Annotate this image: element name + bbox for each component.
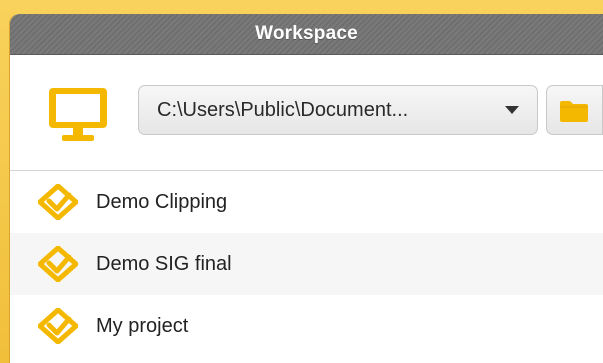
browse-folder-button[interactable]: [546, 85, 603, 135]
window-frame: Workspace C:\Users\Public\Document... De…: [0, 0, 603, 363]
list-item[interactable]: Demo Clipping: [10, 171, 603, 233]
workspace-toolbar: C:\Users\Public\Document...: [10, 55, 603, 171]
window-title: Workspace: [255, 23, 358, 44]
project-label: Demo SIG final: [96, 253, 232, 275]
workspace-window: Workspace C:\Users\Public\Document... De…: [10, 14, 603, 363]
workspace-path-value: C:\Users\Public\Document...: [157, 99, 409, 121]
monitor-icon: [46, 85, 110, 145]
list-item[interactable]: Demo SIG final: [10, 233, 603, 295]
project-label: My project: [96, 315, 189, 337]
project-label: Demo Clipping: [96, 191, 228, 213]
workspace-path-dropdown[interactable]: C:\Users\Public\Document...: [138, 85, 538, 135]
project-icon: [37, 245, 79, 283]
folder-icon: [560, 101, 588, 122]
title-bar[interactable]: Workspace: [10, 14, 603, 55]
chevron-down-icon: [505, 106, 519, 114]
project-icon: [37, 307, 79, 345]
list-item[interactable]: My project: [10, 295, 603, 357]
project-icon: [37, 183, 79, 221]
project-list: Demo Clipping Demo SIG final My project: [10, 171, 603, 357]
